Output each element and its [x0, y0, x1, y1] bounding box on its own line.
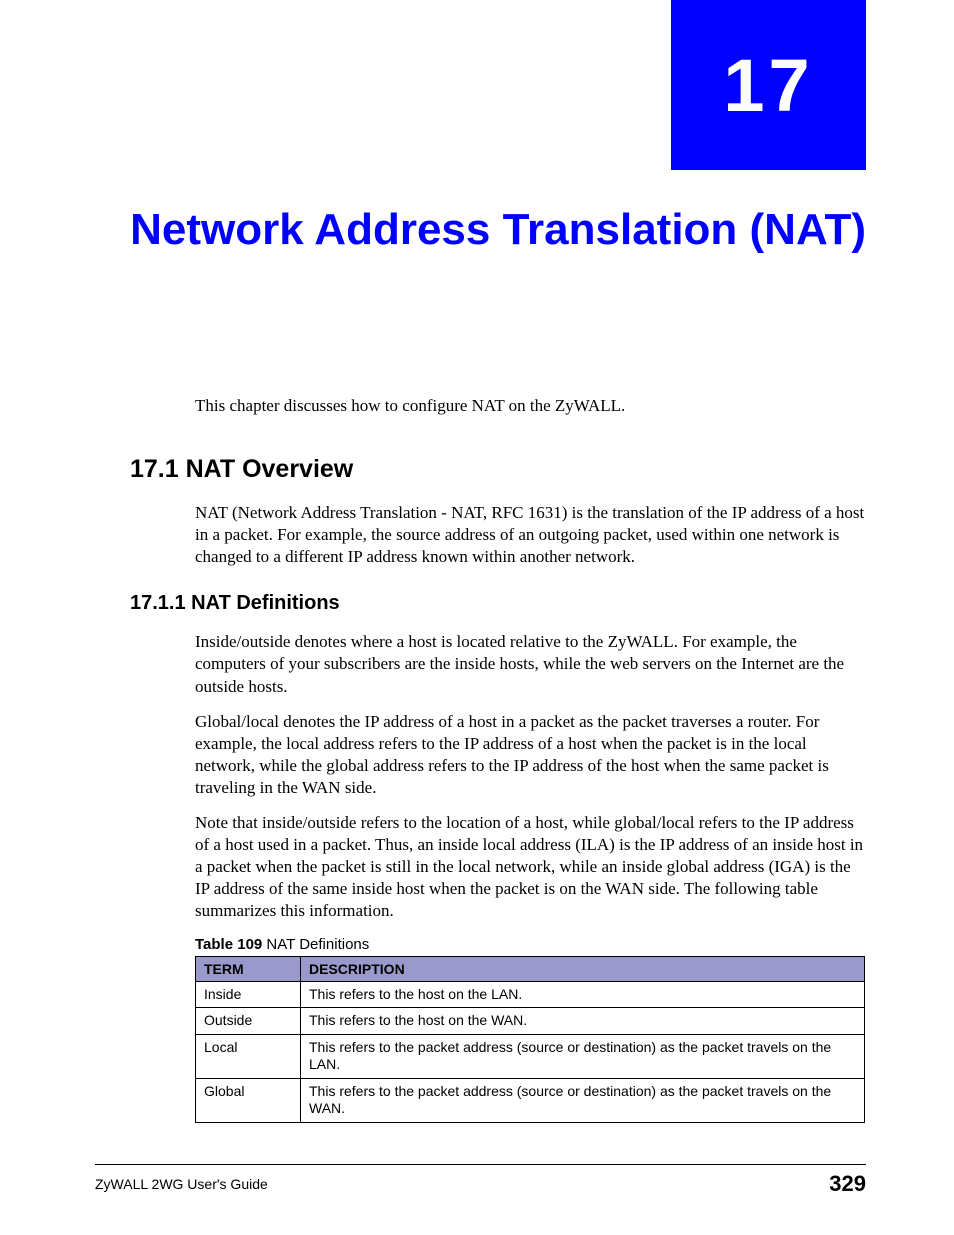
table-cell-term: Inside: [196, 981, 301, 1008]
table-cell-desc: This refers to the host on the LAN.: [301, 981, 865, 1008]
section-17-1-heading: 17.1 NAT Overview: [130, 455, 865, 484]
table-row: Outside This refers to the host on the W…: [196, 1008, 865, 1035]
section-17-1-1-para3: Note that inside/outside refers to the l…: [195, 812, 865, 922]
table-row: Inside This refers to the host on the LA…: [196, 981, 865, 1008]
table-cell-term: Global: [196, 1078, 301, 1122]
table-cell-desc: This refers to the host on the WAN.: [301, 1008, 865, 1035]
content-area: This chapter discusses how to configure …: [195, 395, 865, 1123]
table-header-desc: DESCRIPTION: [301, 956, 865, 981]
table-cell-desc: This refers to the packet address (sourc…: [301, 1078, 865, 1122]
table-cell-term: Outside: [196, 1008, 301, 1035]
footer-page-number: 329: [829, 1171, 866, 1197]
chapter-title: Network Address Translation (NAT): [126, 200, 866, 259]
table-caption: Table 109 NAT Definitions: [195, 936, 865, 953]
nat-definitions-table: TERM DESCRIPTION Inside This refers to t…: [195, 956, 865, 1123]
table-caption-title: NAT Definitions: [262, 936, 369, 953]
page-footer: ZyWALL 2WG User's Guide 329: [95, 1164, 866, 1197]
table-cell-term: Local: [196, 1034, 301, 1078]
table-row: Global This refers to the packet address…: [196, 1078, 865, 1122]
table-header-row: TERM DESCRIPTION: [196, 956, 865, 981]
footer-guide-name: ZyWALL 2WG User's Guide: [95, 1176, 268, 1192]
section-17-1-1-para1: Inside/outside denotes where a host is l…: [195, 631, 865, 697]
chapter-number: 17: [723, 43, 813, 128]
chapter-intro: This chapter discusses how to configure …: [195, 395, 865, 417]
table-header-term: TERM: [196, 956, 301, 981]
table-cell-desc: This refers to the packet address (sourc…: [301, 1034, 865, 1078]
section-17-1-1-heading: 17.1.1 NAT Definitions: [130, 592, 865, 615]
table-row: Local This refers to the packet address …: [196, 1034, 865, 1078]
section-17-1-1-para2: Global/local denotes the IP address of a…: [195, 711, 865, 799]
table-caption-number: Table 109: [195, 936, 262, 953]
chapter-number-box: 17: [671, 0, 866, 170]
section-17-1-body: NAT (Network Address Translation - NAT, …: [195, 502, 865, 568]
